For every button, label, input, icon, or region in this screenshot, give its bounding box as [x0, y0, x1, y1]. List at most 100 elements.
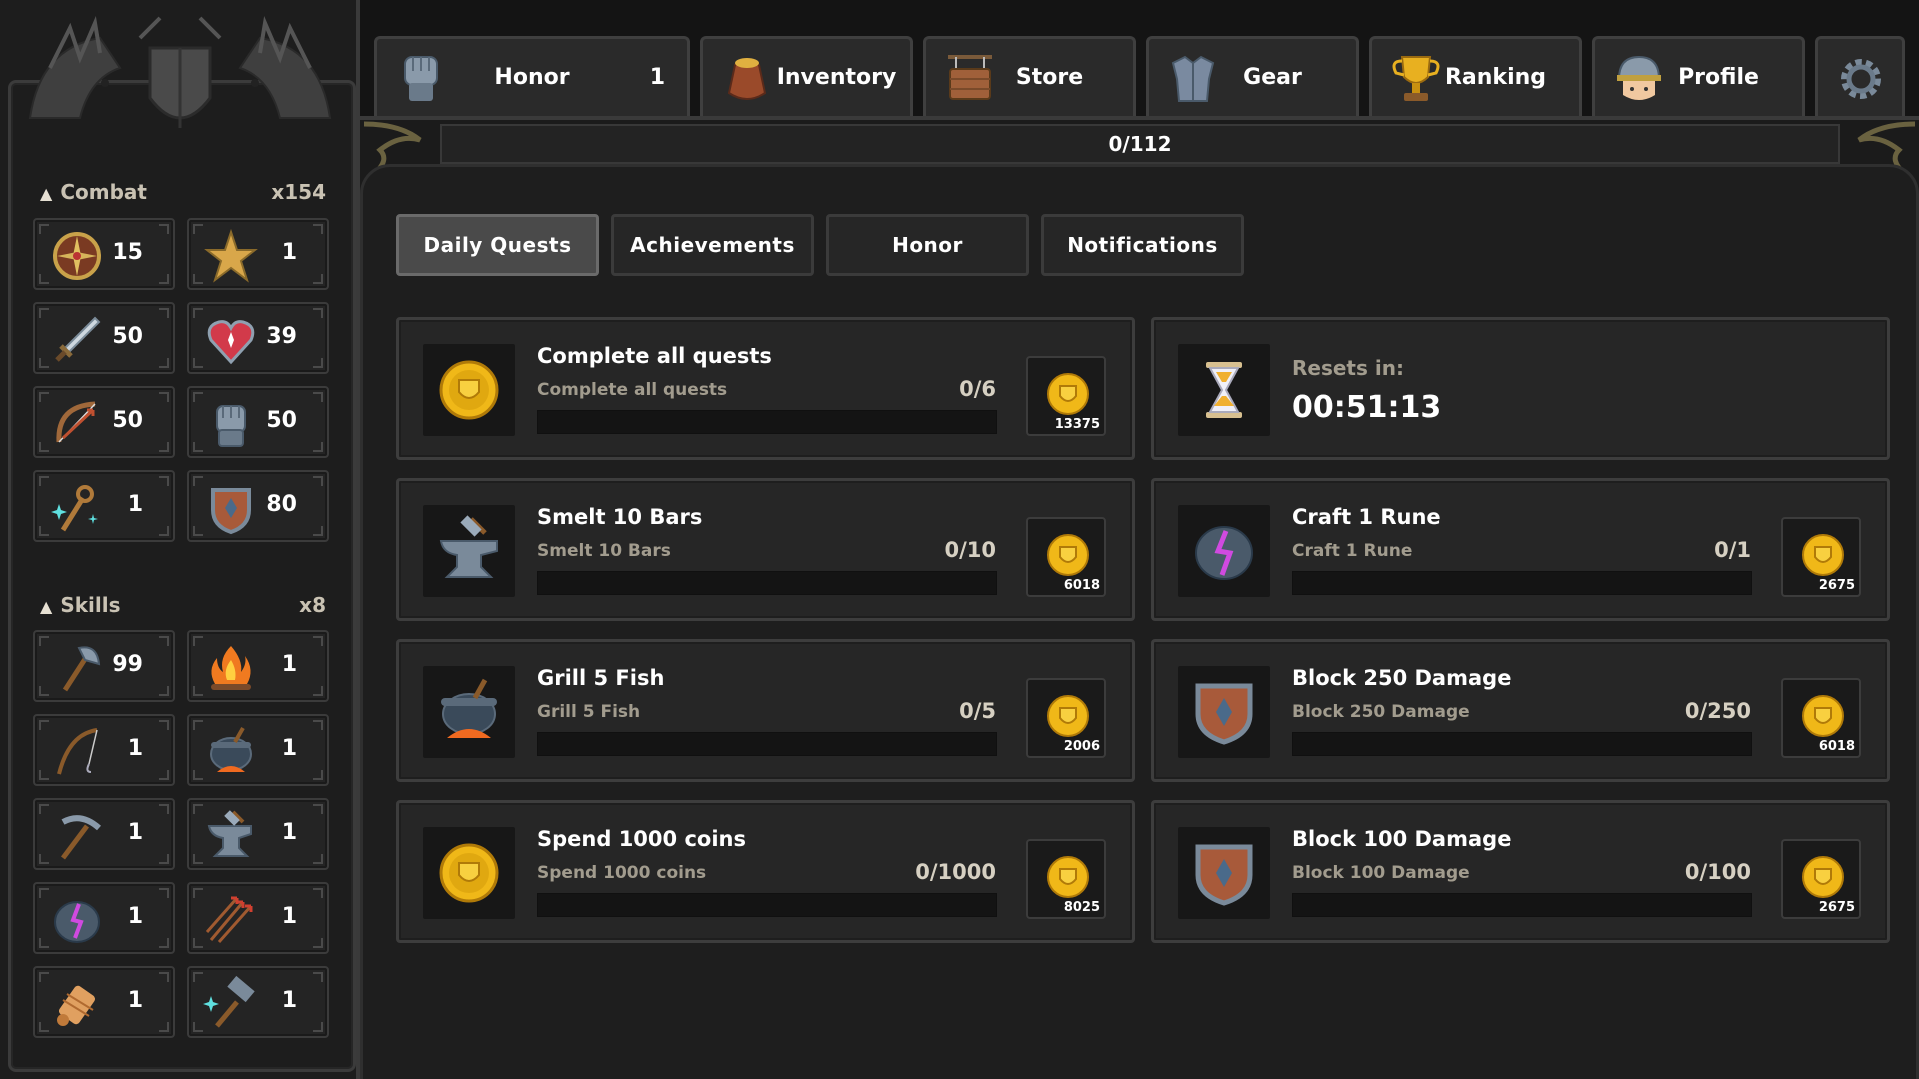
- quest-card[interactable]: Block 250 Damage Block 250 Damage 0/250 …: [1151, 639, 1890, 782]
- nav-tab-gear[interactable]: Gear: [1146, 36, 1359, 116]
- quest-reward: 8025: [1026, 839, 1106, 919]
- quest-progress-bar: [537, 893, 997, 917]
- subtab-daily-quests[interactable]: Daily Quests: [396, 214, 599, 276]
- fishing-rod-icon: [57, 728, 98, 775]
- skill-woodcutting[interactable]: 99: [33, 630, 175, 702]
- quest-card[interactable]: Spend 1000 coins Spend 1000 coins 0/1000…: [396, 800, 1135, 943]
- quest-subtitle: Smelt 10 Bars: [537, 541, 671, 561]
- combat-stat-gauntlet[interactable]: 50: [187, 386, 329, 458]
- combat-stat-shield[interactable]: 80: [187, 470, 329, 542]
- skill-enchanting[interactable]: 1: [187, 966, 329, 1038]
- quest-card[interactable]: Complete all quests Complete all quests …: [396, 317, 1135, 460]
- rune-icon: [1195, 526, 1253, 580]
- combat-stat-heart[interactable]: 39: [187, 302, 329, 374]
- quest-thumbnail: [423, 344, 515, 436]
- stat-value: 1: [127, 988, 143, 1013]
- quest-thumbnail: [423, 827, 515, 919]
- nav-tab-ranking[interactable]: Ranking: [1369, 36, 1582, 116]
- quest-title: Smelt 10 Bars: [537, 505, 703, 529]
- combat-header[interactable]: ▲ Combat x154: [40, 180, 326, 210]
- sword-icon: [55, 316, 101, 362]
- skills-header[interactable]: ▲ Skills x8: [40, 593, 326, 623]
- quest-subtitle: Craft 1 Rune: [1292, 541, 1413, 561]
- quest-progress: 0/250: [1684, 699, 1751, 723]
- quest-progress-bar: [537, 571, 997, 595]
- skills-count: x8: [299, 593, 326, 617]
- quest-subtitle: Grill 5 Fish: [537, 702, 641, 722]
- reward-amount: 6018: [1818, 739, 1855, 754]
- subtab-notifications[interactable]: Notifications: [1041, 214, 1244, 276]
- pickaxe-icon: [61, 815, 101, 860]
- stat-value: 50: [266, 408, 297, 433]
- skill-fletching[interactable]: 1: [187, 882, 329, 954]
- compass-icon: [53, 232, 101, 280]
- combat-title: Combat: [60, 180, 147, 204]
- combat-stat-sword[interactable]: 50: [33, 302, 175, 374]
- subtab-honor[interactable]: Honor: [826, 214, 1029, 276]
- combat-stat-magic[interactable]: 1: [33, 470, 175, 542]
- stat-value: 99: [112, 652, 143, 677]
- nav-tab-label: Ranking: [1444, 65, 1547, 90]
- quest-title: Block 100 Damage: [1292, 827, 1512, 851]
- reward-amount: 8025: [1063, 900, 1100, 915]
- shield-icon: [1195, 683, 1253, 745]
- reward-amount: 2675: [1818, 578, 1855, 593]
- quest-subtitle: Spend 1000 coins: [537, 863, 707, 883]
- skill-mining[interactable]: 1: [33, 798, 175, 870]
- star-icon: [204, 228, 258, 283]
- settings-button[interactable]: [1815, 36, 1905, 116]
- skill-fishing[interactable]: 1: [33, 714, 175, 786]
- anvil-icon: [207, 810, 252, 857]
- quest-progress-bar: [537, 410, 997, 434]
- nav-tab-profile[interactable]: Profile: [1592, 36, 1805, 116]
- coin-icon: [1047, 373, 1089, 415]
- quest-card[interactable]: Grill 5 Fish Grill 5 Fish 0/5 2006: [396, 639, 1135, 782]
- skill-runecrafting[interactable]: 1: [33, 882, 175, 954]
- reset-label: Resets in:: [1292, 356, 1404, 380]
- quest-progress-bar: [537, 732, 997, 756]
- cauldron-icon: [441, 678, 497, 738]
- quest-card[interactable]: Craft 1 Rune Craft 1 Rune 0/1 2675: [1151, 478, 1890, 621]
- stat-value: 1: [127, 820, 143, 845]
- skill-crafting[interactable]: 1: [33, 966, 175, 1038]
- combat-stat-bow[interactable]: 50: [33, 386, 175, 458]
- skill-smithing[interactable]: 1: [187, 798, 329, 870]
- combat-count: x154: [271, 180, 326, 204]
- skill-firemaking[interactable]: 1: [187, 630, 329, 702]
- stat-value: 1: [281, 988, 297, 1013]
- skills-stats: 99 1 1 1 1 1 1 1 1 1: [33, 630, 329, 1038]
- coin-icon: [1802, 534, 1844, 576]
- nav-tab-label: Store: [1015, 65, 1084, 90]
- nav-tab-honor[interactable]: Honor 1: [374, 36, 690, 116]
- combat-stat-compass[interactable]: 15: [33, 218, 175, 290]
- coin-icon: [1047, 856, 1089, 898]
- stat-value: 1: [127, 736, 143, 761]
- quest-card[interactable]: Block 100 Damage Block 100 Damage 0/100 …: [1151, 800, 1890, 943]
- reset-timer-card: Resets in: 00:51:13: [1151, 317, 1890, 460]
- sidebar: ▲ Combat x154 15 1 50 39 50 50 1 80 ▲ Sk…: [0, 0, 360, 1079]
- stat-value: 80: [266, 492, 297, 517]
- subtab-achievements[interactable]: Achievements: [611, 214, 814, 276]
- skill-cooking[interactable]: 1: [187, 714, 329, 786]
- stat-value: 1: [127, 492, 143, 517]
- magic-staff-icon: [51, 485, 98, 532]
- stat-value: 1: [281, 904, 297, 929]
- quest-thumbnail: [1178, 827, 1270, 919]
- quest-card[interactable]: Smelt 10 Bars Smelt 10 Bars 0/10 6018: [396, 478, 1135, 621]
- arrows-icon: [205, 896, 253, 943]
- stat-value: 1: [281, 240, 297, 265]
- coin-icon: [1802, 856, 1844, 898]
- hourglass-icon: [1206, 362, 1242, 418]
- nav-tab-label: Inventory: [776, 65, 897, 90]
- reset-thumbnail: [1178, 344, 1270, 436]
- quest-title: Block 250 Damage: [1292, 666, 1512, 690]
- coin-icon: [439, 843, 499, 903]
- nav-tab-inventory[interactable]: Inventory: [700, 36, 913, 116]
- coin-icon: [439, 360, 499, 420]
- nav-tab-store[interactable]: Store: [923, 36, 1136, 116]
- quest-thumbnail: [423, 505, 515, 597]
- gear-icon: [1841, 59, 1881, 99]
- shield-icon: [211, 488, 251, 535]
- combat-stats: 15 1 50 39 50 50 1 80: [33, 218, 329, 542]
- combat-stat-star[interactable]: 1: [187, 218, 329, 290]
